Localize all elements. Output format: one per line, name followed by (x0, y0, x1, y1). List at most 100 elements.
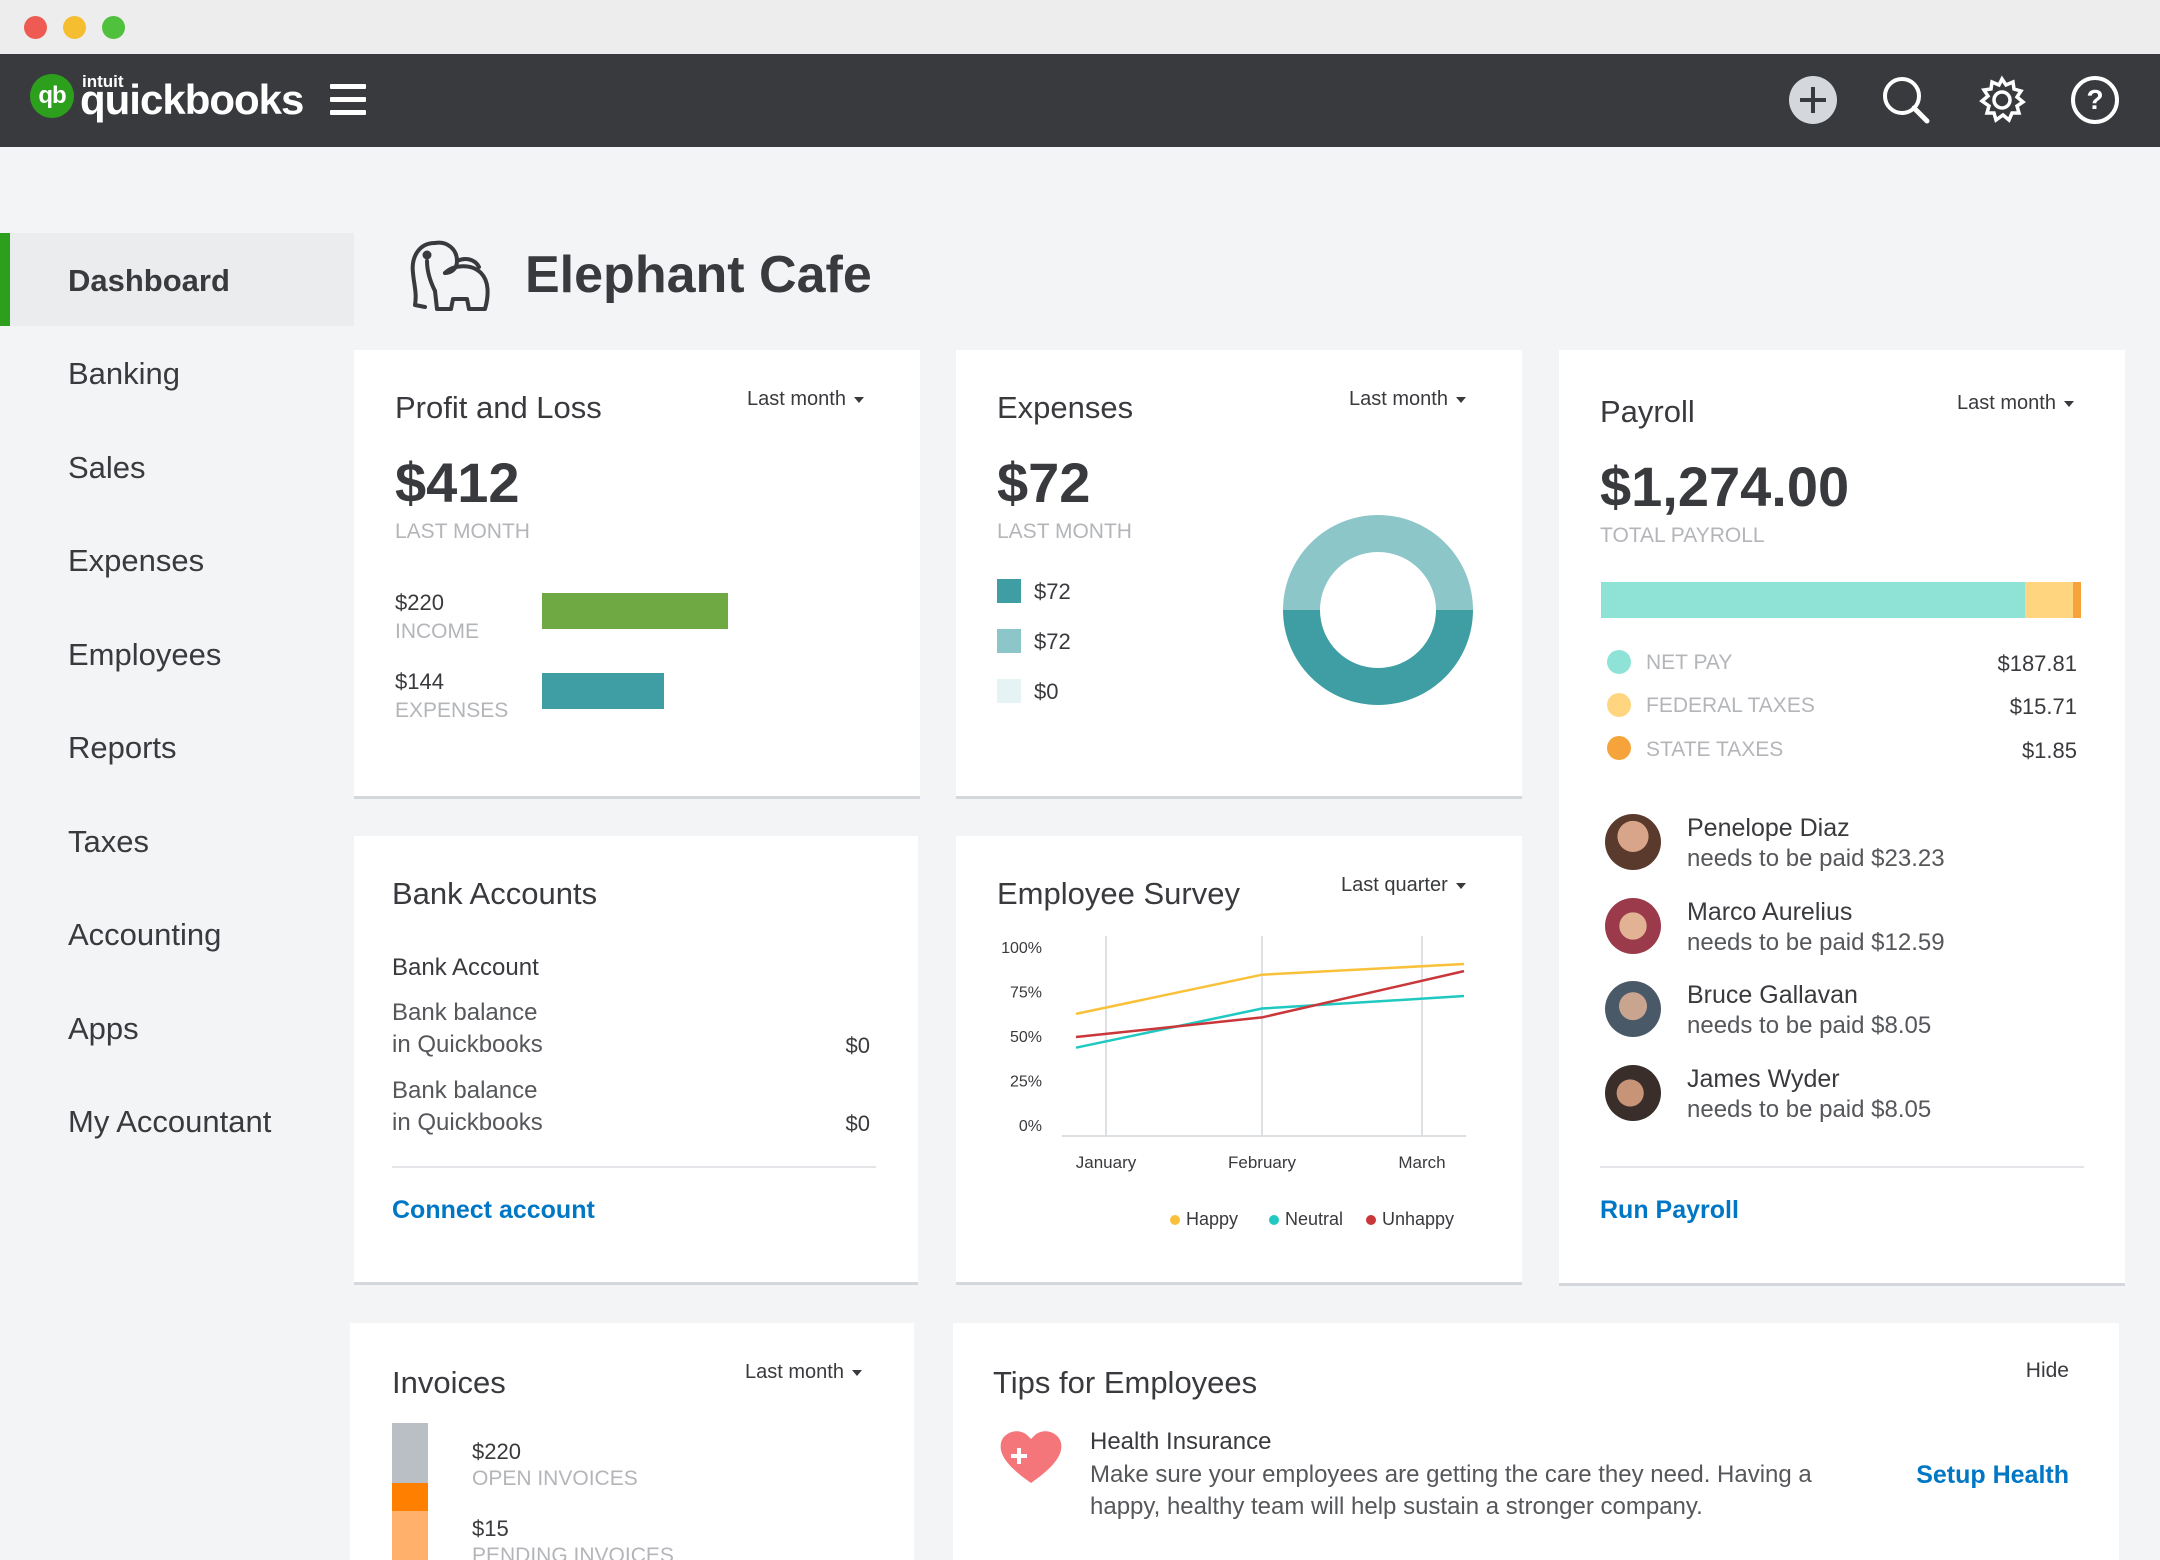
period-dropdown[interactable]: Last month (747, 388, 864, 411)
period-dropdown[interactable]: Last month (1957, 392, 2074, 415)
expenses-amount: $72 (997, 451, 1091, 514)
sidebar-item-dashboard[interactable]: Dashboard (0, 233, 354, 326)
window-titlebar (0, 0, 2160, 54)
employee-name[interactable]: Penelope Diaz (1687, 814, 1850, 843)
period-label: Last month (747, 388, 846, 410)
invoice-bar-segment-light-orange (392, 1511, 428, 1560)
expenses-amount: $144 (395, 669, 444, 694)
profit-loss-card: Profit and Loss Last month $412 LAST MON… (354, 350, 920, 796)
legend-swatch (997, 629, 1021, 653)
avatar[interactable] (1605, 898, 1661, 954)
employee-payment-due: needs to be paid $8.05 (1687, 1096, 1932, 1123)
legend-neutral: Neutral (1269, 1209, 1343, 1230)
period-dropdown[interactable]: Last month (745, 1361, 862, 1384)
minimize-window-button[interactable] (63, 16, 86, 39)
employee-name[interactable]: Marco Aurelius (1687, 898, 1852, 927)
card-title: Invoices (392, 1365, 506, 1400)
connect-account-link[interactable]: Connect account (392, 1196, 595, 1225)
pending-invoices-label: PENDING INVOICES (472, 1544, 674, 1560)
tip-line: Make sure your employees are getting the… (1090, 1461, 1812, 1488)
sidebar-nav: Dashboard Banking Sales Expenses Employe… (0, 233, 354, 1163)
balance-label-line1: Bank balance (392, 999, 538, 1026)
employee-survey-card: Employee Survey Last quarter 100% 75% 50% 2… (956, 836, 1522, 1282)
legend-value: $72 (1034, 629, 1071, 654)
expenses-donut-chart (1278, 510, 1478, 710)
sidebar-item-employees[interactable]: Employees (0, 607, 354, 700)
period-dropdown[interactable]: Last month (1349, 388, 1466, 411)
caret-down-icon (1455, 396, 1466, 403)
zoom-window-button[interactable] (102, 16, 125, 39)
balance-label-line2: in Quickbooks (392, 1031, 543, 1058)
series-line-happy (1075, 962, 1465, 1016)
employee-name[interactable]: Bruce Gallavan (1687, 981, 1858, 1010)
profit-amount: $412 (395, 451, 520, 514)
avatar[interactable] (1605, 981, 1661, 1037)
expenses-bar (542, 673, 664, 709)
run-payroll-link[interactable]: Run Payroll (1600, 1196, 1739, 1225)
payroll-caption: TOTAL PAYROLL (1600, 524, 1765, 547)
sidebar-item-apps[interactable]: Apps (0, 981, 354, 1074)
period-label: Last quarter (1341, 874, 1448, 896)
payroll-card: Payroll Last month $1,274.00 TOTAL PAYRO… (1559, 350, 2125, 1283)
invoice-bar-segment-grey (392, 1423, 428, 1483)
company-name: Elephant Cafe (525, 246, 872, 304)
breakdown-value: $1.85 (2021, 738, 2077, 763)
balance-label-line2: in Quickbooks (392, 1109, 543, 1136)
hide-button[interactable]: Hide (2026, 1359, 2069, 1383)
breakdown-value: $15.71 (2009, 694, 2077, 719)
legend-dot (1366, 1214, 1376, 1225)
heart-icon (997, 1427, 1065, 1487)
open-invoices-amount: $220 (472, 1439, 521, 1464)
series-line-neutral (1075, 994, 1465, 1049)
caret-down-icon (1455, 882, 1466, 889)
help-icon[interactable]: ? (2070, 75, 2120, 125)
expenses-card: Expenses Last month $72 LAST MONTH $72 $… (956, 350, 1522, 796)
sidebar-item-taxes[interactable]: Taxes (0, 794, 354, 887)
period-caption: LAST MONTH (395, 520, 530, 543)
card-title: Bank Accounts (392, 876, 598, 911)
setup-health-link[interactable]: Setup Health (1916, 1461, 2069, 1490)
top-navigation-bar: qb intuit quickbooks ? (0, 54, 2160, 147)
period-label: Last month (1957, 392, 2056, 414)
bank-account-name: Bank Account (392, 954, 539, 981)
divider (1600, 1166, 2084, 1168)
sidebar-item-accounting[interactable]: Accounting (0, 887, 354, 980)
tips-card: Tips for Employees Hide Health Insurance… (953, 1323, 2119, 1560)
y-tick-label: 75% (1010, 985, 1042, 1002)
elephant-icon (405, 233, 495, 318)
open-invoices-label: OPEN INVOICES (472, 1467, 638, 1490)
payroll-stacked-bar (1601, 582, 2083, 618)
income-amount: $220 (395, 590, 444, 615)
x-tick-label: February (1228, 1153, 1297, 1172)
federal-taxes-dot (1607, 693, 1631, 717)
search-icon[interactable] (1881, 75, 1931, 125)
sidebar-item-reports[interactable]: Reports (0, 700, 354, 793)
sidebar-item-my-accountant[interactable]: My Accountant (0, 1074, 354, 1167)
y-tick-label: 25% (1010, 1074, 1042, 1091)
donut-segment-dark (1283, 610, 1473, 705)
add-icon[interactable] (1788, 75, 1838, 125)
sidebar-item-expenses[interactable]: Expenses (0, 513, 354, 606)
legend-unhappy: Unhappy (1366, 1209, 1454, 1230)
gear-icon[interactable] (1977, 75, 2027, 125)
legend-dot (1269, 1214, 1279, 1225)
avatar[interactable] (1605, 814, 1661, 870)
invoice-bar-segment-orange (392, 1483, 428, 1511)
close-window-button[interactable] (24, 16, 47, 39)
invoices-card: Invoices Last month $220 OPEN INVOICES $… (350, 1323, 914, 1560)
period-dropdown[interactable]: Last quarter (1341, 874, 1466, 897)
sidebar-item-banking[interactable]: Banking (0, 326, 354, 419)
avatar[interactable] (1605, 1065, 1661, 1121)
card-title: Payroll (1600, 394, 1695, 429)
employee-name[interactable]: James Wyder (1687, 1065, 1840, 1094)
employee-payment-due: needs to be paid $12.59 (1687, 929, 1945, 956)
menu-icon[interactable] (330, 84, 366, 116)
federal-taxes-segment (2025, 582, 2074, 618)
card-title: Profit and Loss (395, 390, 602, 425)
balance-value: $0 (845, 1111, 870, 1136)
sidebar-item-sales[interactable]: Sales (0, 420, 354, 513)
breakdown-value: $187.81 (1997, 651, 2077, 676)
period-label: Last month (745, 1361, 844, 1383)
pending-invoices-amount: $15 (472, 1516, 509, 1541)
divider (392, 1166, 876, 1168)
